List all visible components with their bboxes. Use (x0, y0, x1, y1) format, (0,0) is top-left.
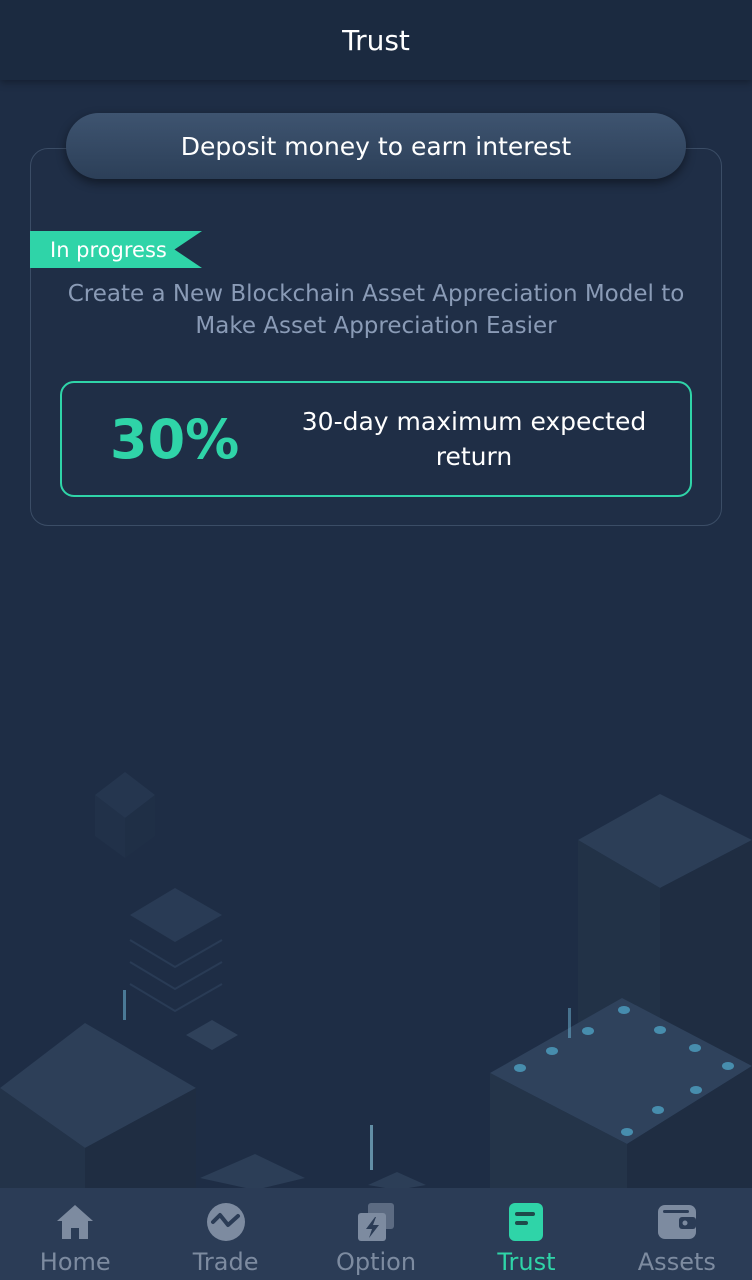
product-description: Create a New Blockchain Asset Appreciati… (67, 281, 685, 339)
page-title: Trust (342, 23, 410, 57)
tab-trade-label: Trade (192, 1248, 259, 1276)
tab-trust[interactable]: Trust (451, 1188, 601, 1280)
background-illustration (0, 772, 752, 1190)
card-header-pill: Deposit money to earn interest (66, 113, 686, 179)
expected-return-box: 30% 30-day maximum expected return (60, 381, 692, 497)
card-header-label: Deposit money to earn interest (180, 131, 572, 161)
wallet-icon (657, 1205, 696, 1239)
tab-home[interactable]: Home (0, 1188, 150, 1280)
tab-option[interactable]: Option (301, 1188, 451, 1280)
tab-trade[interactable]: Trade (150, 1188, 300, 1280)
tab-assets-label: Assets (637, 1248, 716, 1276)
home-icon (57, 1205, 94, 1239)
tab-trust-label: Trust (497, 1248, 556, 1276)
bottom-tab-bar: Home Trade Option Trust Assets (0, 1188, 752, 1280)
return-percentage: 30% (110, 407, 240, 471)
return-label: 30-day maximum expected return (301, 407, 647, 471)
tab-home-label: Home (39, 1248, 111, 1276)
status-badge-label: In progress (50, 237, 167, 262)
trust-icon (509, 1203, 544, 1241)
top-bar: Trust (0, 0, 752, 80)
tab-option-label: Option (335, 1248, 417, 1276)
trade-icon (206, 1203, 245, 1241)
option-icon (358, 1203, 395, 1241)
tab-assets[interactable]: Assets (602, 1188, 752, 1280)
